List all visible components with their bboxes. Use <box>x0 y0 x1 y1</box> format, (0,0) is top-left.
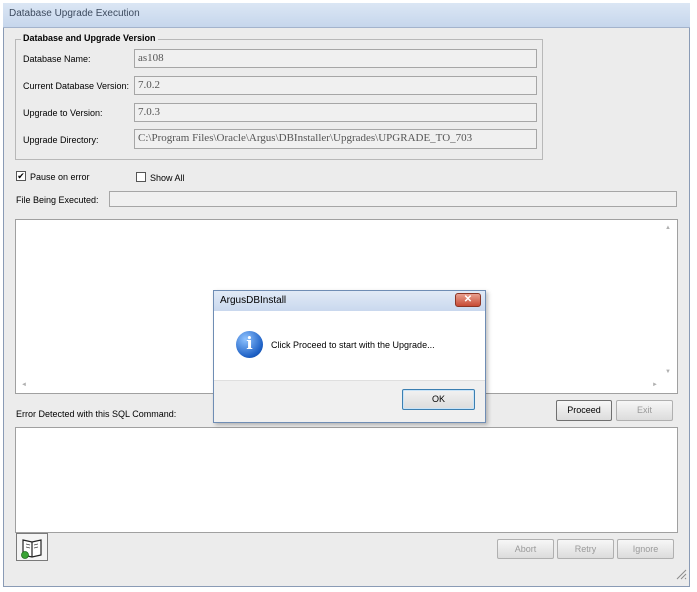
resize-grip-icon[interactable] <box>675 568 687 580</box>
ok-button[interactable]: OK <box>402 389 475 410</box>
show-all-checkbox[interactable] <box>136 172 146 182</box>
window-title: Database Upgrade Execution <box>9 8 140 19</box>
current-version-label: Current Database Version: <box>23 81 130 91</box>
database-name-field: as108 <box>134 49 537 68</box>
file-being-executed-label: File Being Executed: <box>16 195 99 205</box>
pause-on-error-checkbox[interactable]: ✔ <box>16 171 26 181</box>
error-sql-panel[interactable] <box>15 427 678 533</box>
scroll-up-icon[interactable]: ▲ <box>665 225 671 231</box>
groupbox-legend: Database and Upgrade Version <box>21 33 158 43</box>
ignore-button[interactable]: Ignore <box>617 539 674 559</box>
scroll-left-icon[interactable]: ◄ <box>21 382 27 388</box>
current-version-field: 7.0.2 <box>134 76 537 95</box>
upgrade-directory-field: C:\Program Files\Oracle\Argus\DBInstalle… <box>134 129 537 149</box>
database-name-label: Database Name: <box>23 54 91 64</box>
error-detected-label: Error Detected with this SQL Command: <box>16 409 177 419</box>
scroll-right-icon[interactable]: ► <box>652 382 658 388</box>
upgrade-directory-label: Upgrade Directory: <box>23 135 99 145</box>
retry-button[interactable]: Retry <box>557 539 614 559</box>
exit-button[interactable]: Exit <box>616 400 673 421</box>
dialog-title: ArgusDBInstall <box>220 295 287 306</box>
upgrade-version-field: 7.0.3 <box>134 103 537 122</box>
dialog-message: Click Proceed to start with the Upgrade.… <box>271 340 435 350</box>
pause-on-error-label[interactable]: Pause on error <box>30 172 90 182</box>
proceed-button[interactable]: Proceed <box>556 400 612 421</box>
help-book-button[interactable] <box>16 533 48 561</box>
close-icon[interactable]: ✕ <box>455 293 481 307</box>
scroll-down-icon[interactable]: ▼ <box>665 369 671 375</box>
abort-button[interactable]: Abort <box>497 539 554 559</box>
info-icon: i <box>236 331 263 358</box>
upgrade-version-label: Upgrade to Version: <box>23 108 103 118</box>
show-all-label[interactable]: Show All <box>150 173 185 183</box>
file-being-executed-field <box>109 191 677 207</box>
book-icon <box>21 539 42 559</box>
